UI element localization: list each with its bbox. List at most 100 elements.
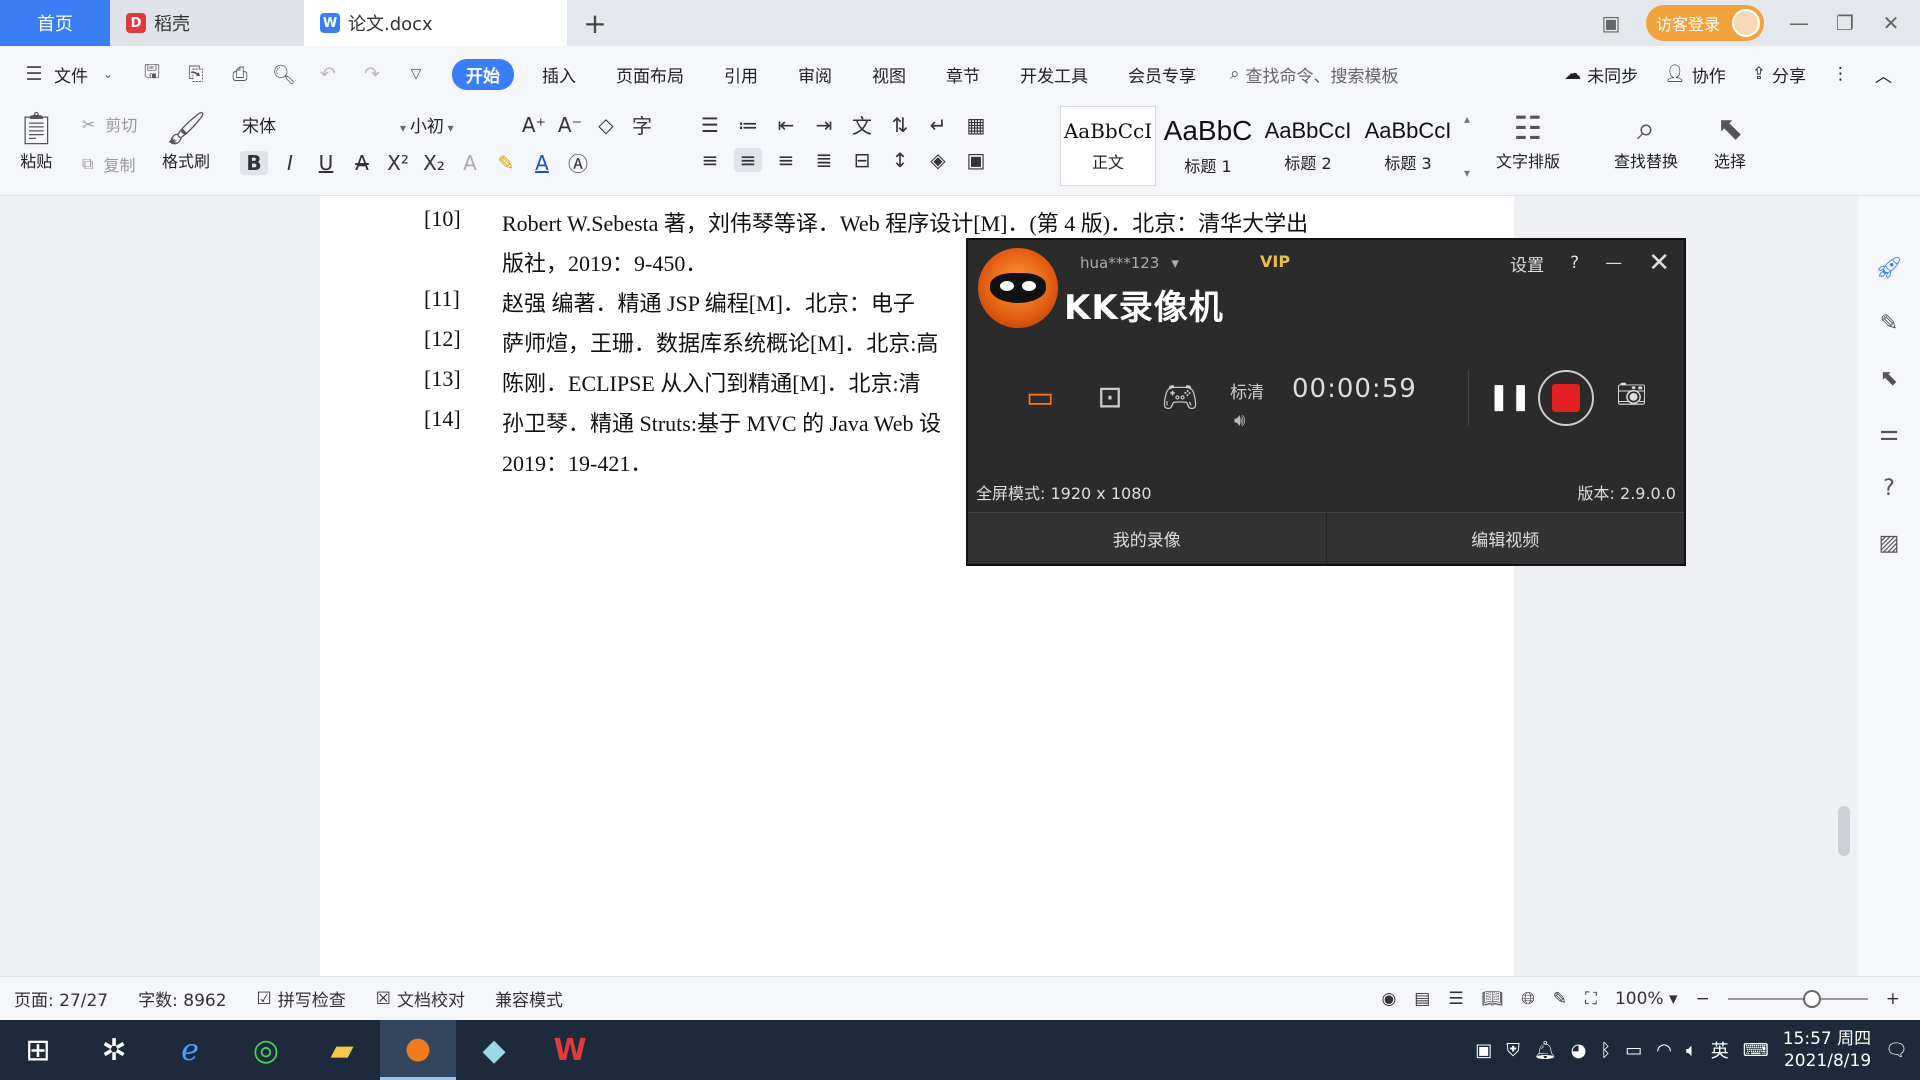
- ie-browser-icon[interactable]: ℯ: [152, 1020, 228, 1080]
- collapse-ribbon-icon[interactable]: ︿: [1875, 62, 1892, 87]
- tab-references[interactable]: 引用: [704, 62, 778, 87]
- tab-document[interactable]: W 论文.docx: [304, 0, 567, 46]
- show-marks-icon[interactable]: ↵: [924, 113, 952, 137]
- undo-icon[interactable]: ↶: [316, 63, 340, 85]
- write-view-icon[interactable]: ✎: [1553, 989, 1567, 1009]
- text-effect-icon[interactable]: A: [456, 151, 484, 175]
- my-recordings-button[interactable]: 我的录像: [968, 513, 1327, 564]
- file-menu[interactable]: ☰ 文件 ⌄: [22, 62, 120, 87]
- copy-button[interactable]: ⧉ 复制: [82, 152, 135, 176]
- restore-icon[interactable]: ❐: [1834, 11, 1856, 35]
- subscript-icon[interactable]: X₂: [420, 151, 448, 175]
- screenshot-camera-icon[interactable]: 📷︎: [1616, 380, 1646, 408]
- font-color-icon[interactable]: A: [528, 151, 556, 175]
- image-icon[interactable]: ▨: [1879, 531, 1900, 556]
- save-icon[interactable]: 🖫: [140, 58, 164, 90]
- tray-app-icon[interactable]: ▣: [1475, 1040, 1492, 1061]
- sync-button[interactable]: ☁ 未同步: [1564, 62, 1638, 87]
- edit-video-button[interactable]: 编辑视频: [1326, 513, 1684, 564]
- style-heading-1[interactable]: AaBbC 标题 1: [1160, 106, 1256, 186]
- rocket-icon[interactable]: 🚀︎: [1875, 256, 1903, 281]
- table-draw-icon[interactable]: ▦: [962, 113, 990, 137]
- find-replace-button[interactable]: ⌕ 查找替换: [1614, 108, 1678, 172]
- italic-icon[interactable]: I: [276, 151, 304, 175]
- grow-font-icon[interactable]: A⁺: [520, 113, 548, 137]
- outline-view-icon[interactable]: ☰: [1448, 989, 1463, 1009]
- print-icon[interactable]: ⎙: [228, 63, 252, 85]
- decrease-indent-icon[interactable]: ⇤: [772, 113, 800, 137]
- highlight-icon[interactable]: ✎: [492, 151, 520, 175]
- pen-icon[interactable]: ✎: [1880, 311, 1898, 336]
- sort-icon[interactable]: ⇅: [886, 113, 914, 137]
- fit-icon[interactable]: ⛶: [1585, 989, 1597, 1009]
- web-view-icon[interactable]: 🌐︎: [1521, 989, 1535, 1009]
- borders-icon[interactable]: ▣: [962, 148, 990, 172]
- style-heading-2[interactable]: AaBbCcI 标题 2: [1260, 106, 1356, 186]
- sliders-icon[interactable]: ⚌: [1879, 421, 1899, 446]
- spellcheck-button[interactable]: ☑ 拼写检查: [257, 986, 346, 1012]
- action-center-icon[interactable]: 🗨︎: [1885, 1040, 1908, 1061]
- tab-start[interactable]: 开始: [452, 58, 514, 90]
- minimize-icon[interactable]: —: [1788, 11, 1810, 35]
- tab-page-layout[interactable]: 页面布局: [596, 62, 704, 87]
- zoom-slider[interactable]: [1727, 990, 1868, 1008]
- kk-settings-button[interactable]: 设置: [1510, 251, 1544, 276]
- line-spacing-icon[interactable]: ↕: [886, 148, 914, 172]
- font-size-select[interactable]: ▾ 小初 ▾: [400, 112, 454, 137]
- notification-bell-icon[interactable]: 🔔︎: [1534, 1040, 1557, 1061]
- style-gallery-scroll[interactable]: ▴ ▾: [1460, 106, 1474, 186]
- clock[interactable]: 15:57 周四 2021/8/19: [1783, 1028, 1871, 1072]
- wifi-icon[interactable]: ◠: [1656, 1040, 1672, 1061]
- select-button[interactable]: ⬉ 选择: [1714, 108, 1746, 172]
- stop-record-button[interactable]: [1538, 370, 1594, 426]
- guest-login-button[interactable]: 访客登录: [1646, 5, 1764, 41]
- page-view-icon[interactable]: ▤: [1414, 989, 1430, 1009]
- pinwheel-app-icon[interactable]: ✲: [76, 1020, 152, 1080]
- collab-button[interactable]: 👤︎ 协作: [1664, 62, 1726, 87]
- file-explorer-icon[interactable]: ▰: [304, 1020, 380, 1080]
- kk-user-menu[interactable]: hua***123 ▾: [1080, 254, 1179, 272]
- char-border-icon[interactable]: Ⓐ: [564, 148, 592, 177]
- zoom-select[interactable]: 100% ▾: [1615, 989, 1678, 1009]
- tab-chapter[interactable]: 章节: [926, 62, 1000, 87]
- help-icon[interactable]: ?: [1883, 476, 1895, 501]
- volume-icon[interactable]: 🔈︎: [1686, 1040, 1697, 1061]
- new-tab-button[interactable]: +: [567, 0, 623, 46]
- align-left-icon[interactable]: ≡: [696, 148, 724, 172]
- command-search[interactable]: ⌕ 查找命令、搜索模板: [1230, 62, 1399, 87]
- tab-view[interactable]: 视图: [852, 62, 926, 87]
- qq-icon[interactable]: ◕: [1571, 1040, 1587, 1061]
- vip-badge[interactable]: VIP: [1260, 252, 1290, 271]
- tab-daoke[interactable]: D 稻壳: [110, 0, 304, 46]
- bold-icon[interactable]: B: [240, 150, 268, 175]
- proofread-button[interactable]: ☒ 文档校对: [376, 986, 465, 1012]
- region-mode-icon[interactable]: ⊡: [1088, 380, 1132, 415]
- redo-icon[interactable]: ↷: [360, 63, 384, 85]
- fullscreen-mode-icon[interactable]: ▭: [1018, 380, 1062, 415]
- eye-icon[interactable]: ◉: [1381, 989, 1396, 1009]
- zoom-knob[interactable]: [1802, 990, 1821, 1008]
- speaker-icon[interactable]: 🔊︎: [1234, 410, 1245, 431]
- justify-icon[interactable]: ≣: [810, 148, 838, 172]
- tab-developer[interactable]: 开发工具: [1000, 62, 1108, 87]
- windows-start-icon[interactable]: ⊞: [0, 1020, 76, 1080]
- kk-close-icon[interactable]: ✕: [1648, 248, 1670, 278]
- align-right-icon[interactable]: ≡: [772, 148, 800, 172]
- kk-minimize-icon[interactable]: —: [1605, 253, 1622, 273]
- keyboard-icon[interactable]: ⌨: [1743, 1040, 1769, 1061]
- clear-format-icon[interactable]: ◇: [592, 113, 620, 137]
- vertical-scrollbar[interactable]: [1832, 196, 1858, 976]
- tab-insert[interactable]: 插入: [522, 62, 596, 87]
- export-icon[interactable]: ⎘: [184, 63, 208, 85]
- more-icon[interactable]: ⋮: [1832, 64, 1849, 84]
- chinese-layout-icon[interactable]: 文: [848, 110, 876, 139]
- format-painter-button[interactable]: 🖌︎ 格式刷: [162, 108, 210, 172]
- style-heading-3[interactable]: AaBbCcI 标题 3: [1360, 106, 1456, 186]
- notebook-app-icon[interactable]: ◆: [456, 1020, 532, 1080]
- close-icon[interactable]: ✕: [1880, 11, 1902, 35]
- zoom-in-icon[interactable]: +: [1886, 989, 1900, 1009]
- phonetic-icon[interactable]: 字: [628, 110, 656, 139]
- ime-indicator[interactable]: 英: [1711, 1037, 1729, 1063]
- wps-taskbar-icon[interactable]: W: [532, 1020, 608, 1080]
- shrink-font-icon[interactable]: A⁻: [556, 113, 584, 137]
